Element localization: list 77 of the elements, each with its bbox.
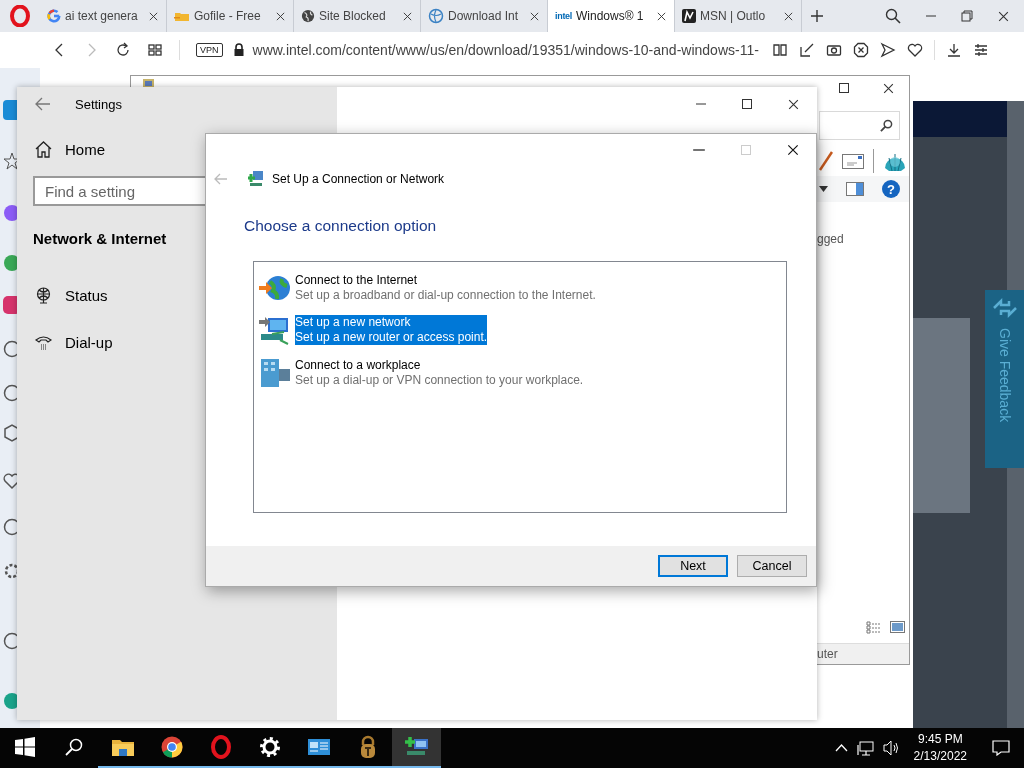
- control-panel-icon[interactable]: [307, 739, 330, 755]
- browser-tab[interactable]: intel Windows® 1: [548, 0, 675, 32]
- close-icon[interactable]: [656, 10, 667, 22]
- heart-icon[interactable]: [906, 42, 923, 58]
- lock-icon: [232, 43, 245, 57]
- connection-option[interactable]: Connect to the Internet Set up a broadband or dial-up connection to the Internet.: [258, 273, 786, 303]
- notification-icon[interactable]: [992, 740, 1010, 756]
- item-label: gged: [817, 232, 845, 246]
- download-icon[interactable]: [945, 42, 962, 58]
- envelope-icon[interactable]: [842, 153, 864, 169]
- taskbar-app[interactable]: [392, 728, 441, 768]
- folder-icon[interactable]: [111, 738, 134, 756]
- search-icon: [880, 119, 893, 132]
- nav-item[interactable]: Status: [33, 287, 108, 304]
- maximize-icon[interactable]: [838, 82, 850, 94]
- logo-icon: [682, 9, 696, 23]
- nav-item[interactable]: Dial-up: [33, 334, 113, 351]
- maximize-icon[interactable]: [741, 98, 753, 110]
- chevron-up-icon[interactable]: [834, 744, 848, 752]
- help-button[interactable]: ?: [882, 180, 900, 198]
- status-text: uter: [817, 647, 838, 661]
- grid-icon[interactable]: [147, 42, 163, 58]
- phone-icon: [35, 334, 52, 351]
- close-icon[interactable]: [529, 10, 540, 22]
- close-icon[interactable]: [882, 81, 895, 95]
- o-logo-icon[interactable]: [10, 5, 30, 27]
- maximize-icon: [740, 143, 752, 156]
- search-icon[interactable]: [885, 8, 901, 24]
- address-field[interactable]: www.intel.com/content/www/us/en/download/19351/windows-10-and-windows-11-: [252, 42, 759, 58]
- caret-icon[interactable]: [819, 186, 828, 192]
- connection-option[interactable]: Connect to a workplace Set up a dial-up or VPN connection to your workplace.: [258, 357, 786, 389]
- close-icon[interactable]: [786, 142, 800, 157]
- search-field[interactable]: Find a setting: [33, 176, 205, 206]
- close-icon[interactable]: [997, 9, 1010, 23]
- clock[interactable]: 9:45 PM 2/13/2022: [913, 731, 967, 765]
- folder-icon: [174, 10, 190, 22]
- volume-icon[interactable]: [882, 740, 901, 756]
- camera-icon[interactable]: [825, 42, 842, 58]
- dialog-heading: Choose a connection option: [244, 217, 438, 235]
- connection-option[interactable]: Set up a new network Set up a new router or access point.: [258, 314, 786, 346]
- padlock-icon[interactable]: [359, 735, 376, 759]
- cancel-button[interactable]: Cancel: [737, 555, 807, 577]
- settings-icon[interactable]: [972, 42, 989, 58]
- close-icon[interactable]: [787, 97, 800, 111]
- nav-item[interactable]: Home: [33, 141, 105, 158]
- search-icon[interactable]: [64, 738, 83, 756]
- block-icon[interactable]: [852, 42, 869, 58]
- reload-icon[interactable]: [115, 42, 131, 58]
- picture-view-icon[interactable]: [890, 621, 905, 633]
- panel-icon[interactable]: [846, 182, 864, 196]
- network-icon: [248, 170, 264, 188]
- home-icon: [35, 141, 52, 158]
- dialog-title: Set Up a Connection or Network: [272, 172, 445, 186]
- o-logo-icon[interactable]: [210, 735, 231, 759]
- section-heading: Network & Internet: [33, 230, 168, 247]
- plus-icon[interactable]: [810, 9, 824, 23]
- edit-icon[interactable]: [798, 42, 815, 58]
- reader-icon[interactable]: [771, 42, 788, 58]
- next-button[interactable]: Next: [658, 555, 728, 577]
- building-icon: [258, 357, 292, 389]
- send-icon[interactable]: [879, 42, 896, 58]
- network-icon[interactable]: [403, 736, 430, 758]
- round-browser-icon[interactable]: [160, 736, 183, 758]
- close-icon[interactable]: [275, 10, 286, 22]
- close-icon[interactable]: [148, 10, 159, 22]
- window-title: Settings: [75, 96, 122, 112]
- restore-icon[interactable]: [961, 10, 973, 22]
- close-icon[interactable]: [402, 10, 413, 22]
- pen-icon[interactable]: [819, 151, 833, 171]
- logo-text: intel: [555, 11, 572, 21]
- network-icon[interactable]: [856, 740, 874, 756]
- windows-logo-icon[interactable]: [14, 737, 35, 757]
- details-view-icon[interactable]: [866, 621, 882, 635]
- back-icon: [214, 173, 228, 185]
- close-icon[interactable]: [783, 10, 794, 22]
- vpn-badge[interactable]: VPN: [196, 43, 223, 57]
- colored-ring-icon: [47, 9, 61, 23]
